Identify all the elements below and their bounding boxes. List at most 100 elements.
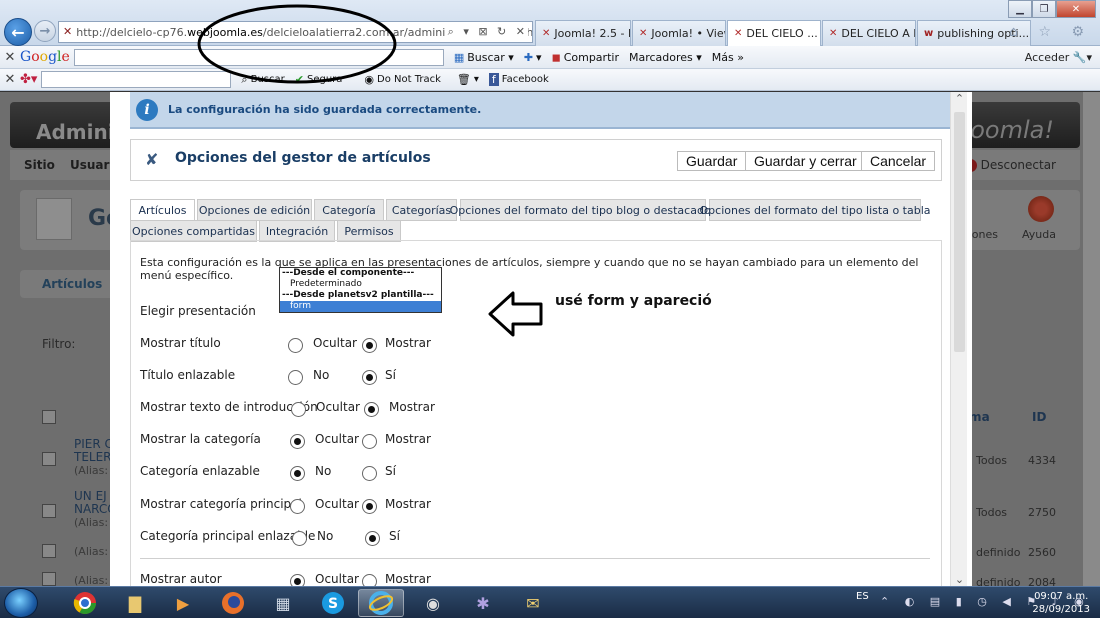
- row-checkbox[interactable]: [42, 572, 56, 586]
- clock-time: 09:07 a.m.: [1034, 591, 1089, 602]
- radio-mostrar-cat-principal-mostrar[interactable]: [362, 499, 377, 514]
- table-row[interactable]: (Alias:: [74, 574, 108, 586]
- explorer-taskbar-icon[interactable]: ▇: [112, 589, 158, 617]
- firefox-taskbar-icon[interactable]: [210, 589, 256, 617]
- tab-del-cielo-2[interactable]: ✕DEL CIELO A L...: [822, 20, 916, 46]
- tab-formato-blog[interactable]: Opciones del formato del tipo blog o des…: [450, 199, 716, 221]
- app-taskbar-icon[interactable]: ✱: [460, 589, 506, 617]
- submenu-articulos[interactable]: Artículos: [20, 270, 120, 298]
- radio-mostrar-intro-mostrar[interactable]: [364, 402, 379, 417]
- scroll-up-icon[interactable]: ⌃: [953, 92, 966, 105]
- w-favicon-icon: w: [924, 27, 934, 39]
- tab-formato-lista[interactable]: Opciones del formato del tipo lista o ta…: [700, 199, 931, 221]
- table-row[interactable]: PIER C TELER (Alias:: [74, 438, 113, 478]
- tab-opciones-edicion[interactable]: Opciones de edición: [197, 199, 312, 221]
- system-clock[interactable]: 09:07 a.m. 28/09/2013: [1032, 590, 1090, 616]
- label-cat-principal-enlazable: Categoría principal enlazable: [140, 529, 316, 543]
- radio-mostrar-autor-ocultar[interactable]: [290, 574, 305, 586]
- joomla-favicon-icon: ✕: [542, 27, 551, 39]
- row-id: 2084: [1028, 576, 1056, 586]
- media-player-taskbar-icon[interactable]: ▶: [160, 589, 206, 617]
- tab-label: Joomla! • View ...: [651, 27, 725, 40]
- mail-taskbar-icon[interactable]: ✉: [510, 589, 556, 617]
- save-button[interactable]: Guardar: [677, 151, 747, 171]
- radio-categoria-enlazable-si[interactable]: [362, 466, 377, 481]
- joomla-favicon-icon: ✕: [734, 27, 743, 39]
- start-button[interactable]: [4, 588, 38, 618]
- menu-sitio[interactable]: Sitio: [24, 158, 55, 172]
- radio-mostrar-cat-principal-ocultar[interactable]: [290, 499, 305, 514]
- language-indicator[interactable]: ES: [856, 591, 869, 602]
- tab-articulos[interactable]: Artículos: [130, 199, 195, 221]
- scroll-thumb[interactable]: [954, 112, 965, 352]
- forward-button[interactable]: →: [34, 20, 56, 42]
- browser-titlebar: ← → ✕ http://delcielo-cp76. webjoomla.es /…: [0, 0, 1100, 46]
- close-window-button[interactable]: ✕: [1056, 0, 1096, 18]
- tab-joomla-forum[interactable]: ✕Joomla! 2.5 - F...: [535, 20, 631, 46]
- column-id[interactable]: ID: [1032, 410, 1046, 424]
- tab-opciones-compartidas[interactable]: Opciones compartidas: [130, 220, 257, 242]
- radio-cat-principal-enlazable-si[interactable]: [365, 531, 380, 546]
- minimize-button[interactable]: ▁: [1008, 0, 1032, 18]
- row-checkbox[interactable]: [42, 452, 56, 466]
- internet-explorer-icon: [369, 591, 393, 615]
- tab-categoria[interactable]: Categoría: [314, 199, 384, 221]
- page-scrollbar[interactable]: [1083, 92, 1100, 586]
- acceder-button[interactable]: Acceder 🔧 ▾: [1025, 51, 1092, 64]
- description-text: Esta configuración es la que se aplica e…: [140, 256, 919, 282]
- restore-button[interactable]: ❐: [1032, 0, 1056, 18]
- dropdown-option: ---Desde planetsv2 plantilla---: [282, 290, 434, 300]
- webcam-taskbar-icon[interactable]: ◉: [410, 589, 456, 617]
- radio-titulo-enlazable-si[interactable]: [362, 370, 377, 385]
- skype-taskbar-icon[interactable]: S: [310, 589, 356, 617]
- radio-titulo-enlazable-no[interactable]: [288, 370, 303, 385]
- cancel-button[interactable]: Cancelar: [861, 151, 936, 171]
- dropdown-option[interactable]: Predeterminado: [280, 279, 441, 290]
- dropdown-option-selected[interactable]: form: [280, 301, 441, 312]
- row-checkbox[interactable]: [42, 544, 56, 558]
- radio-mostrar-intro-ocultar[interactable]: [291, 402, 306, 417]
- modal-scrollbar[interactable]: ⌃ ⌄: [950, 92, 967, 586]
- scroll-down-icon[interactable]: ⌄: [953, 573, 966, 586]
- chrome-taskbar-icon[interactable]: [62, 589, 108, 617]
- trash-button[interactable]: 🗑 ▾: [457, 73, 479, 86]
- svg-text:S: S: [328, 596, 338, 612]
- puzzle-button[interactable]: ✚ ▾: [524, 51, 542, 64]
- layout-select-dropdown[interactable]: ---Desde el componente--- Predeterminado…: [279, 267, 442, 313]
- radio-mostrar-autor-mostrar[interactable]: [362, 574, 377, 586]
- ie-taskbar-icon[interactable]: [358, 589, 404, 617]
- facebook-button[interactable]: f Facebook: [488, 73, 549, 86]
- tab-integracion[interactable]: Integración: [259, 220, 335, 242]
- close-toolbar-icon[interactable]: ✕: [0, 50, 20, 65]
- address-tools-icon[interactable]: ⌕ ▾ ⊠ ↻ ✕: [444, 25, 528, 39]
- google-buscar-button[interactable]: ▦ Buscar ▾: [454, 51, 514, 64]
- save-and-close-button[interactable]: Guardar y cerrar: [745, 151, 866, 171]
- marcadores-button[interactable]: Marcadores ▾: [629, 51, 702, 64]
- radio-mostrar-titulo-ocultar[interactable]: [288, 338, 303, 353]
- calculator-taskbar-icon[interactable]: ▦: [260, 589, 306, 617]
- radio-categoria-enlazable-no[interactable]: [290, 466, 305, 481]
- radio-mostrar-titulo-mostrar[interactable]: [362, 338, 377, 353]
- close-toolbar-icon[interactable]: ✕: [0, 72, 20, 87]
- tab-categorias[interactable]: Categorías: [386, 199, 457, 221]
- info-icon: i: [136, 98, 158, 121]
- radio-mostrar-categoria-mostrar[interactable]: [362, 434, 377, 449]
- label-mostrar-autor: Mostrar autor: [140, 572, 222, 586]
- help-icon: [1028, 196, 1054, 222]
- back-button[interactable]: ←: [4, 18, 32, 46]
- label-mostrar-titulo: Mostrar título: [140, 336, 221, 350]
- tab-permisos[interactable]: Permisos: [337, 220, 401, 242]
- mas-button[interactable]: Más »: [712, 51, 744, 64]
- desconectar-link[interactable]: Desconectar: [963, 158, 1056, 172]
- select-all-checkbox[interactable]: [42, 410, 56, 424]
- home-star-gear-icons[interactable]: ⌂ ☆ ⚙: [1009, 24, 1092, 40]
- tab-joomla-view[interactable]: ✕Joomla! • View ...: [632, 20, 726, 46]
- row-checkbox[interactable]: [42, 504, 56, 518]
- joomla-favicon-icon: ✕: [63, 25, 73, 38]
- radio-cat-principal-enlazable-no[interactable]: [292, 531, 307, 546]
- compartir-button[interactable]: ◼ Compartir: [552, 51, 619, 64]
- joomla-logo: Joomla!: [963, 116, 1054, 144]
- tab-del-cielo-active[interactable]: ✕DEL CIELO ...✕: [727, 20, 821, 46]
- ayuda-button-label[interactable]: Ayuda: [1022, 228, 1056, 241]
- radio-mostrar-categoria-ocultar[interactable]: [290, 434, 305, 449]
